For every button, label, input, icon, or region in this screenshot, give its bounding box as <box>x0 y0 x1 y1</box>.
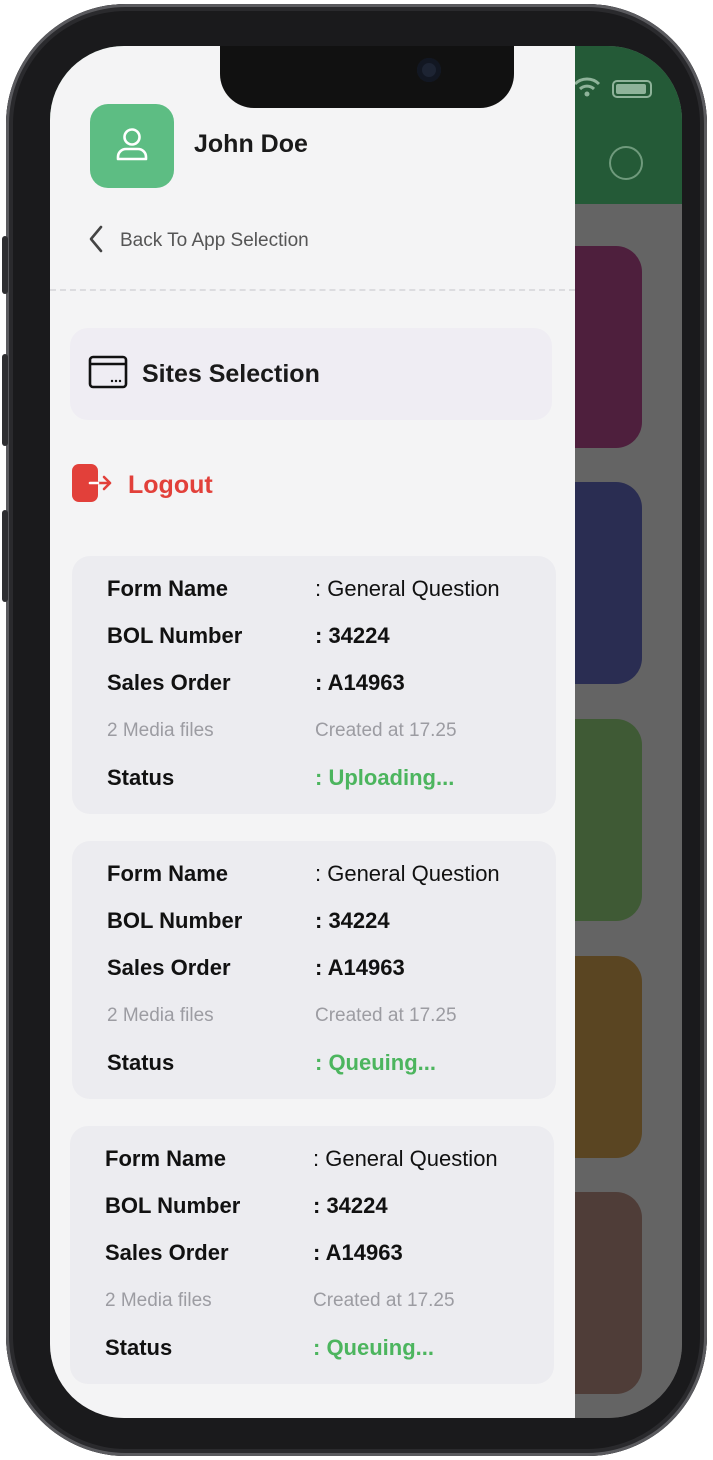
bol-number-value: : 34224 <box>313 1193 388 1218</box>
volume-up-button <box>2 354 8 446</box>
bol-number-value: : 34224 <box>315 908 390 933</box>
submission-card[interactable]: Form Name : General Question BOL Number … <box>72 556 556 814</box>
status-label: Status <box>107 1050 175 1075</box>
volume-down-button <box>2 510 8 602</box>
form-name-label: Form Name <box>105 1146 227 1171</box>
submission-card[interactable]: Form Name : General Question BOL Number … <box>72 841 556 1099</box>
chevron-left-icon <box>86 224 106 259</box>
status-value: : Queuing... <box>315 1050 436 1075</box>
sales-order-label: Sales Order <box>105 1240 229 1265</box>
mute-switch <box>2 236 8 294</box>
camera-icon <box>417 58 441 82</box>
logout-button[interactable]: Logout <box>70 463 213 508</box>
sales-order-value: : A14963 <box>315 670 405 695</box>
bol-number-label: BOL Number <box>105 1193 241 1218</box>
logout-label: Logout <box>128 470 213 499</box>
sales-order-label: Sales Order <box>107 670 231 695</box>
bol-number-label: BOL Number <box>107 623 243 648</box>
sales-order-value: : A14963 <box>313 1240 403 1265</box>
sites-selection-label: Sites Selection <box>142 359 320 388</box>
logout-icon <box>70 463 114 508</box>
form-name-value: : General Question <box>315 861 500 886</box>
form-name-value: : General Question <box>313 1146 498 1171</box>
sales-order-value: : A14963 <box>315 955 405 980</box>
sales-order-row: Sales Order : A14963 <box>107 955 547 985</box>
form-name-value: : General Question <box>315 576 500 601</box>
meta-row: 2 Media files Created at 17.25 <box>105 1290 545 1320</box>
user-icon <box>113 125 151 168</box>
form-name-row: Form Name : General Question <box>107 861 547 891</box>
avatar <box>90 104 174 188</box>
bol-number-row: BOL Number : 34224 <box>107 623 547 653</box>
status-value: : Queuing... <box>313 1335 434 1360</box>
status-row: Status : Uploading... <box>107 765 547 795</box>
user-name: John Doe <box>194 130 308 158</box>
created-time: Created at 17.25 <box>315 1005 457 1026</box>
status-row: Status : Queuing... <box>107 1050 547 1080</box>
form-name-row: Form Name : General Question <box>107 576 547 606</box>
bol-number-label: BOL Number <box>107 908 243 933</box>
sales-order-row: Sales Order : A14963 <box>107 670 547 700</box>
form-name-row: Form Name : General Question <box>105 1146 545 1176</box>
bol-number-row: BOL Number : 34224 <box>105 1193 545 1223</box>
form-name-label: Form Name <box>107 861 229 886</box>
sales-order-row: Sales Order : A14963 <box>105 1240 545 1270</box>
meta-row: 2 Media files Created at 17.25 <box>107 1005 547 1035</box>
status-row: Status : Queuing... <box>105 1335 545 1365</box>
media-count: 2 Media files <box>107 720 214 741</box>
back-label: Back To App Selection <box>120 230 309 251</box>
status-label: Status <box>105 1335 173 1360</box>
form-name-label: Form Name <box>107 576 229 601</box>
bol-number-value: : 34224 <box>315 623 390 648</box>
media-count: 2 Media files <box>105 1290 212 1311</box>
sites-selection-button[interactable]: Sites Selection <box>70 328 552 420</box>
background-action-icon <box>609 146 643 180</box>
window-icon <box>88 355 128 394</box>
status-label: Status <box>107 765 175 790</box>
submission-card[interactable]: Form Name : General Question BOL Number … <box>70 1126 554 1384</box>
status-value: : Uploading... <box>315 765 455 790</box>
phone-frame: John Doe Back To App Selection Sites Sel… <box>2 4 707 1456</box>
notch <box>220 46 514 108</box>
screen: John Doe Back To App Selection Sites Sel… <box>50 46 682 1418</box>
side-drawer: John Doe Back To App Selection Sites Sel… <box>50 46 575 1418</box>
created-time: Created at 17.25 <box>315 720 457 741</box>
divider <box>50 289 575 291</box>
media-count: 2 Media files <box>107 1005 214 1026</box>
meta-row: 2 Media files Created at 17.25 <box>107 720 547 750</box>
created-time: Created at 17.25 <box>313 1290 455 1311</box>
sales-order-label: Sales Order <box>107 955 231 980</box>
battery-icon <box>612 80 652 98</box>
bol-number-row: BOL Number : 34224 <box>107 908 547 938</box>
back-to-app-selection-link[interactable]: Back To App Selection <box>86 224 309 258</box>
wifi-icon <box>572 76 602 104</box>
